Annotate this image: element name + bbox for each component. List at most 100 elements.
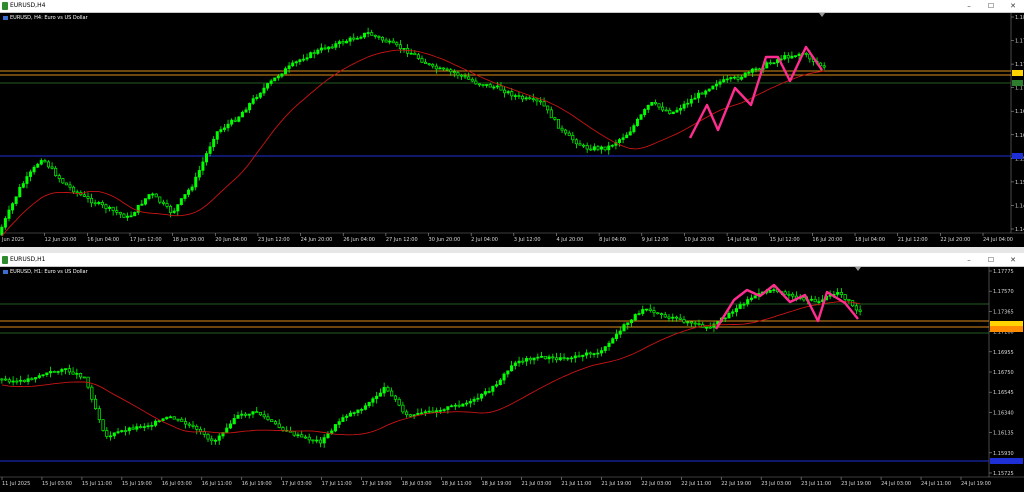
candle-body: [727, 313, 731, 319]
candle-body: [657, 103, 661, 108]
candle-body: [663, 314, 667, 318]
chart-window-h1[interactable]: EURUSD,H1 – ☐ ✕ EURUSD, H1: Euro vs US D…: [0, 254, 1024, 492]
candle-body: [753, 295, 757, 299]
candle-body: [124, 430, 128, 432]
candle-body: [718, 81, 722, 85]
candle-body: [108, 206, 112, 209]
time-axis-label: 8 Jul 04:00: [599, 237, 626, 243]
candle-body: [528, 97, 532, 100]
candle-body: [287, 65, 291, 69]
candle-body: [621, 137, 625, 140]
candle-body: [517, 95, 521, 97]
candle-body: [233, 119, 237, 122]
price-chart-h1[interactable]: 1.177751.175701.173651.171601.169551.167…: [0, 267, 1024, 492]
candle-body: [165, 203, 169, 207]
candle-body: [659, 313, 664, 316]
candle-body: [294, 61, 298, 64]
candle-body: [592, 146, 596, 151]
candle-body: [71, 371, 75, 375]
price-chart-h4[interactable]: 1.1801.1751.1731.1701.1651.1601.1551.150…: [0, 13, 1024, 247]
candle-body: [626, 322, 630, 325]
candle-body: [546, 105, 550, 111]
candle-body: [736, 76, 740, 80]
candle-body: [738, 304, 742, 309]
candle-body: [740, 76, 744, 80]
candle-body: [416, 412, 420, 416]
candle-body: [79, 373, 83, 378]
chart-window-h4[interactable]: EURUSD,H4 – ☐ ✕ EURUSD, H4: Euro vs US D…: [0, 0, 1024, 247]
candle-body: [366, 32, 370, 34]
shift-marker-icon: [819, 13, 825, 17]
candle-body: [787, 293, 791, 296]
candle-body: [258, 411, 263, 416]
candle-body: [639, 114, 643, 120]
time-axis-label: 27 Jun 12:00: [386, 237, 418, 243]
candle-body: [648, 308, 652, 311]
price-axis-label: 1.17570: [993, 289, 1014, 295]
candle-body: [671, 111, 675, 114]
candle-body: [360, 409, 364, 411]
window-titlebar[interactable]: EURUSD,H4 – ☐ ✕: [0, 0, 1024, 13]
candle-body: [52, 371, 56, 373]
candle-body: [596, 352, 600, 355]
time-axis-label: 21 Jul 11:00: [561, 481, 591, 487]
time-axis-label: 17 Jul 11:00: [322, 481, 352, 487]
time-axis-label: 22 Jul 20:00: [940, 237, 970, 243]
candle-body: [244, 109, 248, 113]
candle-body: [312, 52, 316, 54]
candle-body: [183, 421, 188, 425]
candle-body: [393, 395, 397, 400]
time-axis-label: 24 Jul 03:00: [881, 481, 911, 487]
candle-body: [817, 301, 821, 303]
candle-body: [138, 426, 143, 428]
price-axis-label: 1.170: [1015, 86, 1024, 92]
candle-body: [413, 52, 417, 56]
candle-body: [352, 37, 356, 40]
candle-body: [592, 353, 596, 355]
candle-body: [743, 72, 747, 78]
time-axis-label: 18 Jul 04:00: [855, 237, 885, 243]
time-axis-label: 23 Jul 11:00: [801, 481, 831, 487]
candle-body: [783, 55, 787, 60]
candle-body: [420, 412, 424, 415]
minimize-icon[interactable]: –: [958, 0, 980, 12]
candle-body: [431, 410, 435, 413]
candle-body: [491, 385, 495, 392]
candle-body: [390, 390, 394, 397]
candle-body: [248, 103, 252, 111]
time-axis-label: 18 Jun 20:00: [173, 237, 205, 243]
candle-body: [382, 387, 386, 394]
minimize-icon[interactable]: –: [958, 254, 980, 266]
price-level-badge: [990, 458, 1023, 464]
candle-body: [191, 424, 195, 427]
time-axis-label: 2 Jul 04:00: [471, 237, 498, 243]
close-icon[interactable]: ✕: [1002, 0, 1024, 12]
candle-body: [573, 355, 577, 359]
price-axis-label: 1.17365: [993, 309, 1014, 315]
candle-body: [101, 419, 105, 431]
candle-body: [21, 183, 25, 188]
time-axis-label: 16 Jun 04:00: [87, 237, 119, 243]
candle-body: [7, 209, 11, 219]
candle-body: [60, 369, 64, 372]
candle-body: [269, 80, 273, 84]
time-axis-label: 17 Jul 19:00: [362, 481, 392, 487]
candle-body: [315, 439, 319, 442]
candle-body: [643, 109, 647, 116]
candle-body: [461, 403, 465, 407]
candle-body: [553, 117, 557, 120]
candle-body: [499, 85, 503, 91]
candle-body: [498, 379, 502, 386]
candle-body: [4, 378, 8, 381]
candle-body: [215, 131, 219, 140]
candle-body: [72, 186, 76, 193]
candle-body: [671, 316, 675, 319]
candle-body: [237, 116, 241, 122]
candle-body: [459, 74, 463, 77]
restore-icon[interactable]: ☐: [980, 0, 1002, 12]
window-titlebar[interactable]: EURUSD,H1 – ☐ ✕: [0, 254, 1024, 267]
restore-icon[interactable]: ☐: [980, 254, 1002, 266]
close-icon[interactable]: ✕: [1002, 254, 1024, 266]
candle-body: [67, 368, 71, 373]
price-axis-label: 1.16340: [993, 410, 1014, 416]
